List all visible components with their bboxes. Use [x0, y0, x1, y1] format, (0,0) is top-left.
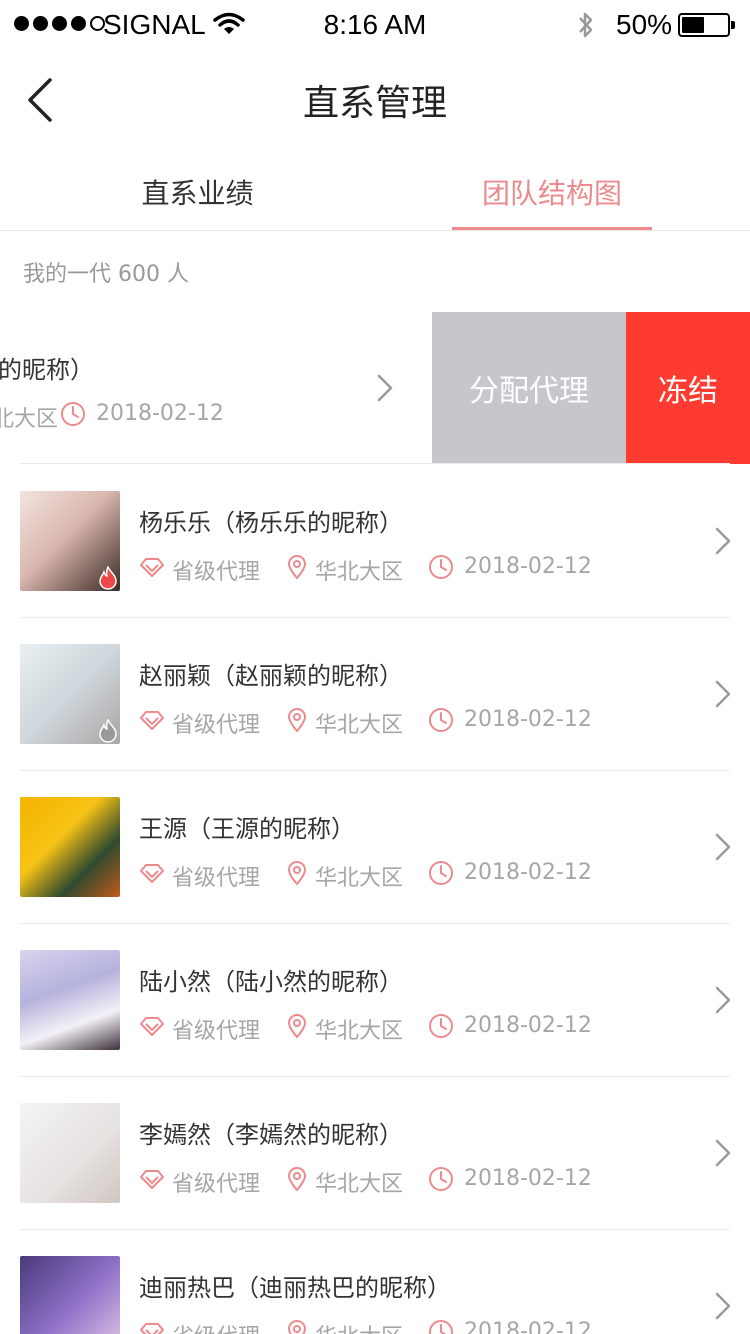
member-date: 2018-02-12 [96, 401, 224, 426]
member-date: 2018-02-12 [464, 1013, 592, 1038]
member-name: 迪丽热巴（迪丽热巴的昵称） [139, 1274, 451, 1302]
member-region: 华北大区 [315, 866, 404, 891]
member-level: 省级代理 [172, 1319, 260, 1334]
member-list-item[interactable]: 陆小然（陆小然的昵称） 省级代理 华北大区 2018-02-12 [0, 924, 750, 1077]
member-date: 2018-02-12 [464, 707, 592, 732]
member-region: 华北大区 [315, 713, 404, 738]
status-bar: SIGNAL 8:16 AM 50% [0, 0, 750, 50]
tab-team-structure[interactable]: 团队结构图 [452, 172, 652, 212]
member-date: 2018-02-12 [464, 1319, 592, 1334]
chevron-right-icon [715, 680, 731, 708]
member-avatar [20, 1103, 120, 1203]
member-level: 省级代理 [172, 1019, 261, 1044]
member-name: 赵丽颖（赵丽颖的昵称） [139, 662, 403, 690]
location-pin-icon [287, 860, 307, 886]
member-avatar [20, 491, 120, 591]
fire-icon [99, 719, 117, 743]
fire-icon [99, 566, 117, 590]
tab-bar: 直系业绩 团队结构图 [0, 150, 750, 231]
member-region: 华北大区 [315, 1319, 403, 1334]
member-level: 省级代理 [172, 1172, 261, 1197]
navigation-bar: 直系管理 [0, 50, 750, 148]
member-date: 2018-02-12 [464, 554, 592, 579]
chevron-right-icon [715, 833, 731, 861]
clock-icon [429, 861, 453, 885]
member-name: 王源（王源的昵称） [139, 815, 355, 843]
member-region: 华北大区 [0, 407, 59, 432]
clock-icon [61, 402, 85, 426]
diamond-icon [140, 711, 164, 730]
diamond-icon [140, 558, 164, 577]
assign-agent-button[interactable]: 分配代理 [432, 312, 626, 464]
member-list-item[interactable]: 迪丽热巴（迪丽热巴的昵称） 省级代理 华北大区 2018-02-12 [0, 1230, 750, 1334]
member-level: 省级代理 [172, 866, 261, 891]
member-list-item[interactable]: 杨乐乐（杨乐乐的昵称） 省级代理 华北大区 2018-02-12 [0, 465, 750, 618]
clock-icon [429, 1167, 453, 1191]
member-region: 华北大区 [315, 1019, 404, 1044]
member-date: 2018-02-12 [464, 1166, 592, 1191]
member-avatar [20, 1256, 120, 1334]
chevron-right-icon [715, 527, 731, 555]
chevron-right-icon [715, 1292, 731, 1320]
location-pin-icon [287, 707, 307, 733]
tab-direct-performance[interactable]: 直系业绩 [100, 172, 295, 212]
clock-icon [429, 1320, 453, 1334]
member-avatar [20, 644, 120, 744]
diamond-icon [140, 1170, 164, 1189]
chevron-right-icon [377, 374, 393, 402]
row-divider [20, 463, 730, 464]
battery-icon [678, 13, 735, 37]
clock-icon [429, 555, 453, 579]
chevron-right-icon [715, 1139, 731, 1167]
member-list-item[interactable]: 李嫣然（李嫣然的昵称） 省级代理 华北大区 2018-02-12 [0, 1077, 750, 1230]
member-name: 李嫣然（李嫣然的昵称） [139, 1121, 403, 1149]
location-pin-icon [287, 1013, 307, 1039]
diamond-icon [140, 1323, 164, 1334]
location-pin-icon [287, 1166, 307, 1192]
active-tab-indicator [452, 227, 652, 230]
freeze-button[interactable]: 冻结 [626, 312, 750, 464]
diamond-icon [140, 864, 164, 883]
bluetooth-icon [579, 12, 593, 38]
member-count: 我的一代 600 人 [23, 262, 189, 287]
member-region: 华北大区 [315, 1172, 404, 1197]
member-name: 陆小然（陆小然的昵称） [139, 968, 403, 996]
member-name: 杨乐乐（杨乐乐的昵称） [139, 509, 403, 537]
member-list-item[interactable]: 赵丽颖（赵丽颖的昵称） 省级代理 华北大区 2018-02-12 [0, 618, 750, 771]
location-pin-icon [287, 554, 307, 580]
page-title: 直系管理 [302, 83, 447, 124]
swiped-item-content[interactable]: 的昵称） 华北大区 2018-02-12 [0, 312, 432, 464]
clock-icon [429, 708, 453, 732]
battery-percentage: 50% [616, 9, 673, 40]
member-region: 华北大区 [315, 560, 404, 585]
member-name: 的昵称） [0, 356, 94, 384]
member-level: 省级代理 [172, 560, 261, 585]
member-avatar [20, 797, 120, 897]
swiped-list-item[interactable]: 的昵称） 华北大区 2018-02-12 分配代理 冻结 [0, 312, 750, 464]
member-avatar [20, 950, 120, 1050]
member-list-item[interactable]: 王源（王源的昵称） 省级代理 华北大区 2018-02-12 [0, 771, 750, 924]
chevron-right-icon [715, 986, 731, 1014]
swipe-actions: 分配代理 冻结 [432, 312, 750, 464]
member-level: 省级代理 [172, 713, 261, 738]
diamond-icon [140, 1017, 164, 1036]
location-pin-icon [287, 1319, 307, 1334]
member-date: 2018-02-12 [464, 860, 592, 885]
clock-icon [429, 1014, 453, 1038]
